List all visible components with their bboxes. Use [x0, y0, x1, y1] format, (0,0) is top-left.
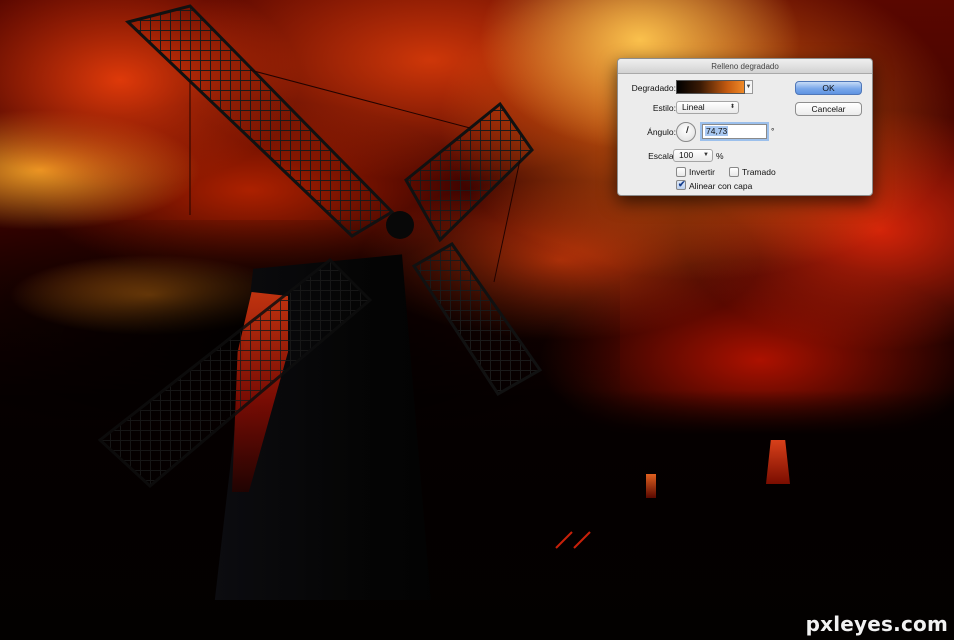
sail-hub: [386, 211, 414, 239]
watermark-logo: pxleyes.com: [805, 612, 948, 636]
angle-label: Ángulo:: [647, 127, 676, 137]
style-select[interactable]: Lineal ⬍: [676, 101, 739, 114]
cancel-button[interactable]: Cancelar: [795, 102, 862, 116]
gradient-label: Degradado:: [631, 83, 676, 93]
checkmark-icon: ✔: [678, 179, 686, 189]
scale-select-value: 100: [679, 150, 694, 160]
angle-input[interactable]: 74,73: [702, 124, 767, 139]
scale-select[interactable]: 100 ▼: [673, 149, 713, 162]
align-label: Alinear con capa: [689, 181, 753, 191]
gradient-fill-dialog: Relleno degradado Degradado: ▼ Estilo: L…: [617, 58, 873, 196]
sail-upper-right: [404, 101, 534, 243]
angle-dial-icon[interactable]: [676, 122, 696, 142]
gradient-picker[interactable]: [676, 80, 745, 94]
dialog-title[interactable]: Relleno degradado: [618, 59, 872, 74]
scale-unit: %: [716, 151, 724, 161]
sail-lower-right: [411, 242, 543, 397]
reverse-label: Invertir: [689, 167, 715, 177]
scale-label: Escala:: [648, 151, 676, 161]
reverse-checkbox[interactable]: [676, 167, 686, 177]
sail-upper-left: [125, 4, 395, 238]
align-checkbox[interactable]: ✔: [676, 179, 686, 190]
sail-lower-left: [97, 258, 373, 488]
angle-input-value: 74,73: [705, 126, 729, 136]
dither-label: Tramado: [742, 167, 776, 177]
chevron-down-icon: ▼: [703, 152, 709, 158]
chevron-down-icon[interactable]: ▼: [745, 80, 753, 94]
updown-arrows-icon: ⬍: [729, 104, 735, 110]
style-label: Estilo:: [652, 103, 676, 113]
ok-button[interactable]: OK: [795, 81, 862, 95]
dither-checkbox[interactable]: [729, 167, 739, 177]
style-select-value: Lineal: [682, 102, 705, 112]
angle-unit: °: [771, 126, 775, 136]
